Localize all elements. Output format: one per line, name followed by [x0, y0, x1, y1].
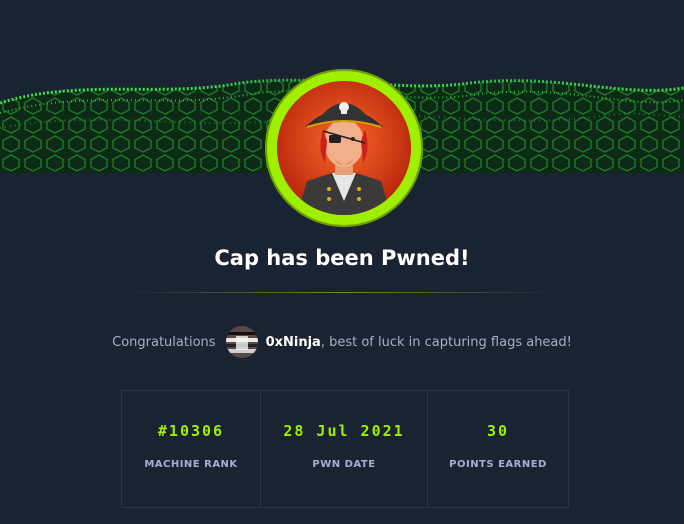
machine-rank-value: #10306	[157, 422, 225, 440]
machine-avatar	[265, 69, 423, 227]
stats-panel: #10306 MACHINE RANK 28 Jul 2021 PWN DATE…	[121, 390, 569, 508]
stat-points-earned: 30 POINTS EARNED	[428, 391, 568, 507]
points-earned-label: POINTS EARNED	[449, 459, 547, 470]
divider	[125, 292, 559, 293]
pwn-date-label: PWN DATE	[312, 459, 376, 470]
stat-machine-rank: #10306 MACHINE RANK	[122, 391, 261, 507]
congrats-prefix: Congratulations	[112, 334, 216, 350]
stat-pwn-date: 28 Jul 2021 PWN DATE	[261, 391, 428, 507]
page-title: Cap has been Pwned!	[214, 246, 470, 270]
username-link[interactable]: 0xNinja	[266, 335, 321, 350]
user-avatar-icon	[225, 326, 258, 358]
pwn-date-value: 28 Jul 2021	[283, 422, 405, 440]
congrats-suffix: , best of luck in capturing flags ahead!	[320, 334, 572, 350]
points-earned-value: 30	[486, 422, 510, 440]
machine-rank-label: MACHINE RANK	[144, 459, 238, 470]
pirate-avatar-icon	[277, 81, 411, 215]
congratulations-message: Congratulations 0xNinja , best of luck i…	[0, 326, 684, 358]
user-avatar[interactable]	[225, 326, 258, 358]
